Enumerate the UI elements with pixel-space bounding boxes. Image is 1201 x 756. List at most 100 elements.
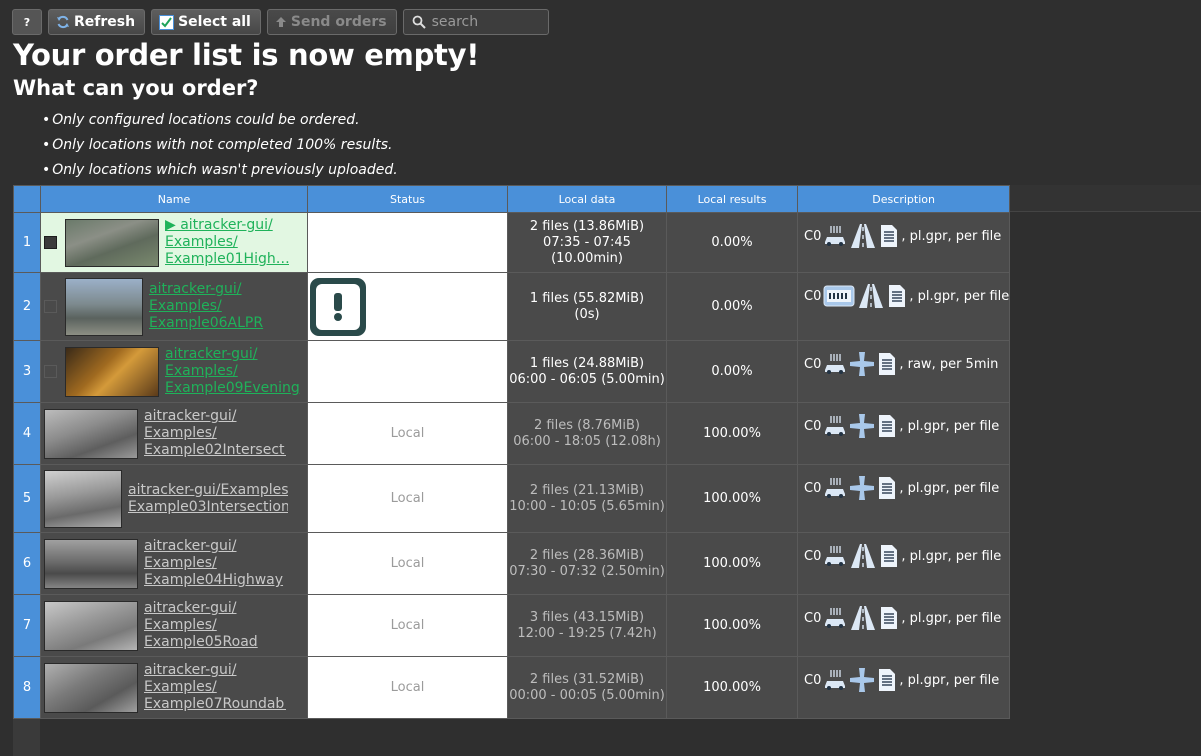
row-index: 4: [13, 402, 41, 465]
location-link[interactable]: aitracker-gui/Examples/Example02Intersec…: [144, 408, 286, 459]
status-cell: Local: [307, 212, 508, 273]
table-row[interactable]: 5 aitracker-gui/Examples/Example03Interse…: [13, 464, 1011, 533]
file-count: 2 files (13.86MiB): [529, 218, 645, 234]
status-cell: Local: [307, 402, 508, 465]
local-data-cell: 3 files (43.15MiB) 12:00 - 19:25 (7.42h): [507, 594, 667, 657]
location-link-line: Examples/: [144, 425, 217, 441]
row-number: 4: [22, 426, 32, 441]
description-cell: C0 , pl.gpr, per file: [796, 594, 1011, 657]
time-range: 00:00 - 00:05 (5.00min): [509, 687, 665, 703]
help-button[interactable]: ?: [12, 9, 42, 35]
table-header-row: Name Status Local data Local results Des…: [13, 185, 1011, 213]
road-icon: [849, 223, 877, 249]
row-index: 1: [13, 212, 41, 273]
location-thumbnail: [44, 538, 138, 589]
document-icon: [887, 284, 907, 308]
local-data-cell: 2 files (8.76MiB) 06:00 - 18:05 (12.08h): [507, 402, 667, 465]
location-link-line: Examples/: [144, 617, 217, 633]
send-orders-button[interactable]: Send orders: [266, 9, 397, 35]
time-range: 10:00 - 10:05 (5.65min): [509, 498, 665, 514]
camera-id: C0: [804, 672, 822, 688]
name-cell: aitracker-gui/Examples/Example06ALPR: [40, 272, 308, 341]
name-cell: aitracker-gui/Examples/Example03Intersec…: [40, 464, 308, 533]
notes-list: Only configured locations could be order…: [42, 108, 397, 183]
location-link[interactable]: aitracker-gui/Examples/Example06ALPR: [149, 281, 291, 332]
table-row[interactable]: 4 aitracker-gui/Examples/Example02Interse…: [13, 402, 1011, 465]
header-description[interactable]: Description: [796, 185, 1011, 213]
table-row[interactable]: 8 aitracker-gui/Examples/Example07Roundab…: [13, 656, 1011, 719]
vehicle-rain-icon: [823, 476, 847, 500]
header-local-results[interactable]: Local results: [666, 185, 798, 213]
location-link-line: aitracker-gui/: [144, 408, 237, 424]
document-icon: [879, 606, 899, 630]
location-link-line: Example06ALPR: [149, 315, 264, 331]
row-checkbox[interactable]: [44, 365, 57, 378]
row-number: 3: [22, 364, 32, 379]
local-data-cell: 1 files (24.88MiB) 06:00 - 06:05 (5.00min…: [507, 340, 667, 403]
location-link-line: Examples/: [149, 298, 222, 314]
status-cell: Local: [307, 656, 508, 719]
results-percent: 0.00%: [711, 299, 753, 314]
header-status[interactable]: Status: [307, 185, 508, 213]
camera-id: C0: [804, 228, 822, 244]
select-all-button[interactable]: Select all: [151, 9, 261, 35]
local-results-cell: 100.00%: [666, 402, 798, 465]
header-local-data[interactable]: Local data: [507, 185, 667, 213]
checkbox-checked-icon: [159, 14, 175, 30]
location-link[interactable]: aitracker-gui/Examples/Example07Roundab…: [144, 662, 286, 713]
file-count: 2 files (31.52MiB): [529, 671, 645, 687]
description-text: , pl.gpr, per file: [899, 480, 1000, 496]
location-link-line: Examples/: [165, 234, 238, 250]
table-row[interactable]: 3 aitracker-gui/Examples/Example09Evening…: [13, 340, 1011, 403]
location-link[interactable]: aitracker-gui/Examples/Example03Intersec…: [128, 482, 288, 516]
road-icon: [849, 605, 877, 631]
location-link[interactable]: aitracker-gui/Examples/Example05Road: [144, 600, 286, 651]
document-icon: [879, 544, 899, 568]
name-cell: aitracker-gui/Examples/Example04Highway: [40, 532, 308, 595]
row-index: 6: [13, 532, 41, 595]
location-link[interactable]: aitracker-gui/Examples/Example04Highway: [144, 538, 286, 589]
location-link-line: aitracker-gui/: [144, 662, 237, 678]
refresh-button[interactable]: Refresh: [48, 9, 146, 35]
time-range: 06:00 - 18:05 (12.08h): [513, 433, 661, 449]
table-row[interactable]: 6 aitracker-gui/Examples/Example04Highway…: [13, 532, 1011, 595]
page-title: Your order list is now empty!: [13, 38, 480, 72]
name-cell: aitracker-gui/Examples/Example02Intersec…: [40, 402, 308, 465]
send-orders-label: Send orders: [290, 14, 387, 30]
camera-id: C0: [804, 356, 822, 372]
location-thumbnail: [65, 277, 143, 336]
table-row[interactable]: 2 aitracker-gui/Examples/Example06ALPR Loc…: [13, 272, 1011, 341]
status-cell: Local: [307, 340, 508, 403]
search-icon: [412, 15, 426, 29]
location-link-line: Example03Intersection: [128, 498, 288, 515]
location-link[interactable]: aitracker-gui/Examples/Example09Evening: [165, 346, 307, 397]
location-link[interactable]: ▶ aitracker-gui/Examples/Example01High…: [165, 217, 289, 268]
document-icon: [877, 476, 897, 500]
location-thumbnail: [65, 218, 159, 267]
row-checkbox[interactable]: [44, 236, 57, 249]
row-number: 8: [22, 680, 32, 695]
location-link-line: Example09Evening: [165, 380, 300, 396]
file-count: 2 files (21.13MiB): [529, 482, 645, 498]
select-all-label: Select all: [178, 14, 251, 30]
location-link-line: Example04Highway: [144, 572, 284, 588]
location-link-line: Examples/: [144, 679, 217, 695]
header-name[interactable]: Name: [40, 185, 308, 213]
table-row[interactable]: 7 aitracker-gui/Examples/Example05Road Loc…: [13, 594, 1011, 657]
location-link-line: aitracker-gui/: [144, 600, 237, 616]
status-cell: Local: [307, 464, 508, 533]
description-cell: C0 , pl.gpr, per file: [796, 464, 1011, 533]
vehicle-rain-icon: [823, 606, 847, 630]
row-checkbox[interactable]: [44, 300, 57, 313]
road-icon: [857, 283, 885, 309]
local-results-cell: 0.00%: [666, 272, 798, 341]
search-input[interactable]: [431, 14, 540, 30]
table-row[interactable]: 1 ▶ aitracker-gui/Examples/Example01High……: [13, 212, 1011, 273]
description-cell: C0 , pl.gpr, per file: [796, 532, 1011, 595]
results-percent: 0.00%: [711, 364, 753, 379]
warning-icon: [310, 277, 366, 336]
intersection-icon: [849, 351, 875, 377]
results-percent: 100.00%: [703, 556, 761, 571]
road-icon: [849, 543, 877, 569]
order-table: Name Status Local data Local results Des…: [13, 185, 1011, 719]
